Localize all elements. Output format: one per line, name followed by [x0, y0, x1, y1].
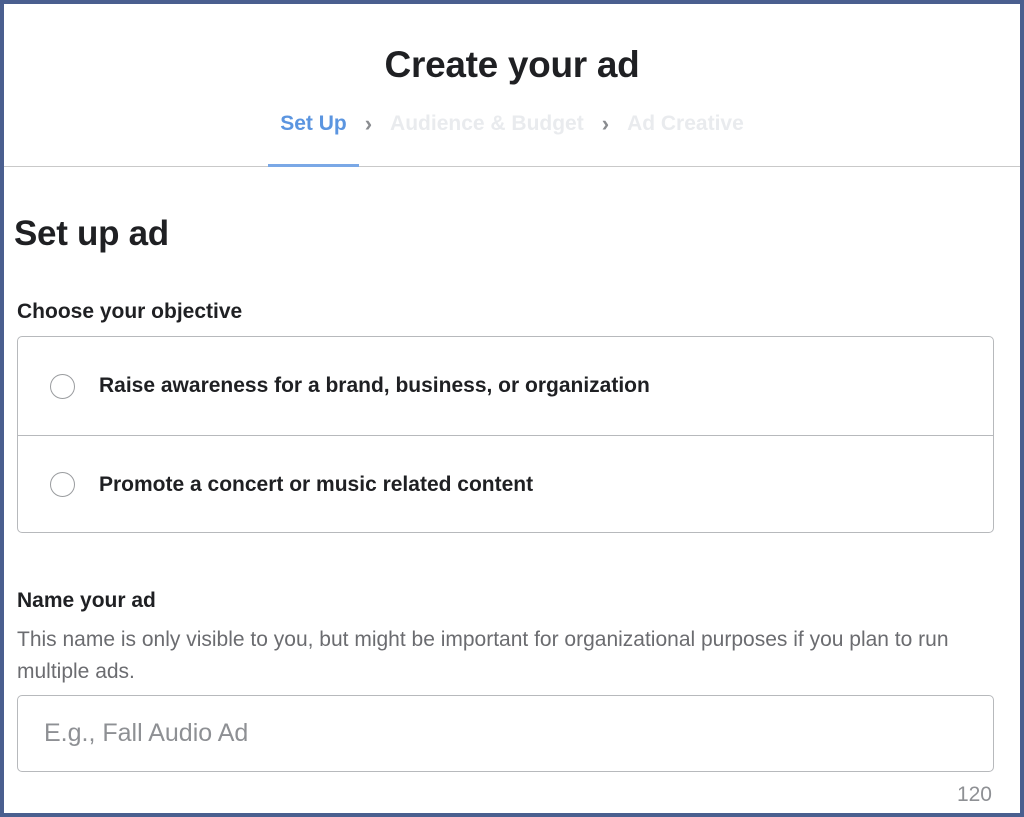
objective-option-label: Raise awareness for a brand, business, o…: [99, 374, 650, 397]
chevron-right-icon: ›: [601, 111, 610, 136]
step-set-up[interactable]: Set Up: [268, 112, 359, 168]
step-ad-creative-label: Ad Creative: [627, 112, 744, 135]
active-step-underline: [268, 164, 359, 167]
chevron-right-icon: ›: [364, 111, 373, 136]
objective-option-music[interactable]: Promote a concert or music related conte…: [18, 435, 993, 533]
ad-name-input[interactable]: [17, 695, 994, 772]
step-nav: Set Up › Audience & Budget › Ad Creative: [4, 112, 1020, 168]
page-header: Create your ad Set Up › Audience & Budge…: [4, 4, 1020, 167]
ad-name-label: Name your ad: [17, 589, 156, 612]
objective-options: Raise awareness for a brand, business, o…: [17, 336, 994, 533]
step-audience-budget-label: Audience & Budget: [390, 112, 584, 135]
objective-label: Choose your objective: [17, 300, 243, 323]
step-set-up-label: Set Up: [280, 112, 347, 135]
step-ad-creative[interactable]: Ad Creative: [615, 112, 756, 168]
radio-button[interactable]: [50, 373, 75, 399]
step-audience-budget[interactable]: Audience & Budget: [378, 112, 596, 168]
objective-option-awareness[interactable]: Raise awareness for a brand, business, o…: [18, 337, 993, 435]
section-title: Set up ad: [14, 214, 169, 253]
page-title: Create your ad: [384, 44, 640, 85]
ad-name-help-text: This name is only visible to you, but mi…: [17, 628, 949, 683]
radio-button[interactable]: [50, 472, 75, 497]
objective-option-label: Promote a concert or music related conte…: [99, 472, 534, 496]
window-frame: Create your ad Set Up › Audience & Budge…: [0, 0, 1024, 817]
character-counter: 120: [956, 783, 992, 806]
